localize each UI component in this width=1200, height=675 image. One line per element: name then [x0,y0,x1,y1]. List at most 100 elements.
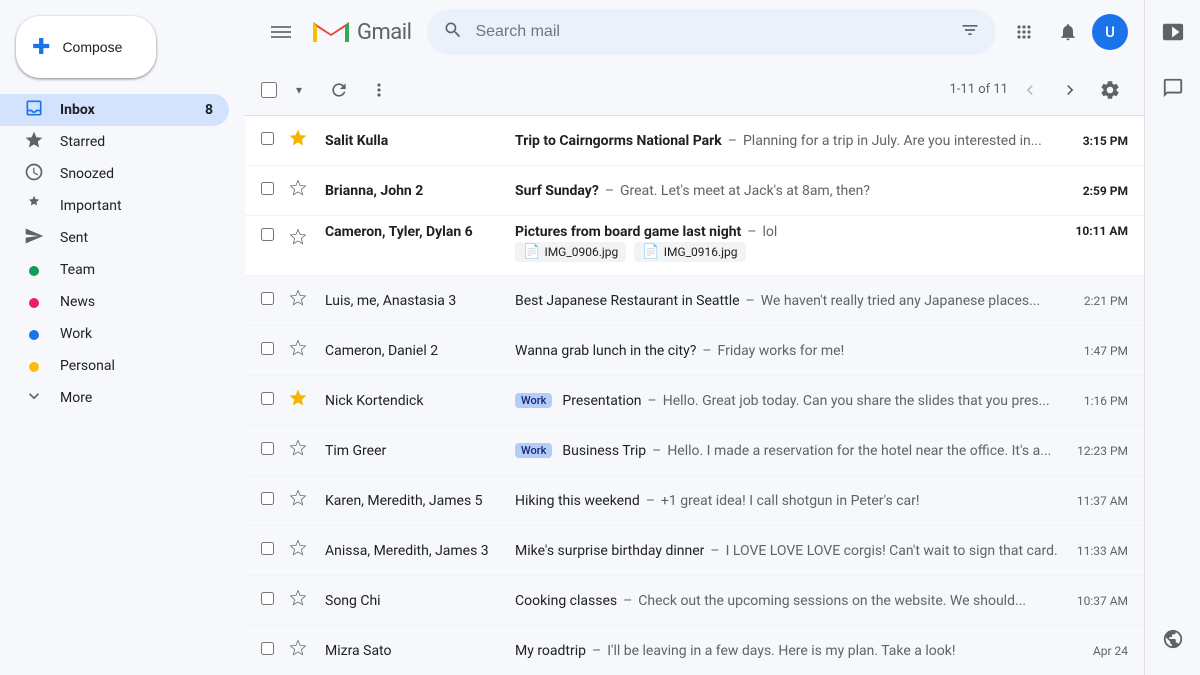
star-button[interactable] [289,489,313,512]
apps-button[interactable] [1004,12,1044,52]
email-checkbox[interactable] [261,492,274,505]
email-preview: We haven't really tried any Japanese pla… [761,293,1041,309]
gmail-logo: Gmail [313,18,411,46]
work-icon [24,324,44,345]
email-body: Work Presentation – Hello. Great job tod… [515,393,1068,409]
email-subject: Surf Sunday? [515,183,599,199]
star-button[interactable] [289,224,313,251]
star-button[interactable] [289,389,313,412]
team-icon [24,260,44,281]
email-timestamp: 11:37 AM [1068,494,1128,508]
row-checkbox-container [261,642,281,659]
pagination-info: 1-11 of 11 [949,72,1088,108]
sidebar-item-starred[interactable]: Starred [0,126,229,158]
notifications-button[interactable] [1048,12,1088,52]
email-preview: I'll be leaving in a few days. Here is m… [607,643,955,659]
select-dropdown-button[interactable]: ▾ [281,72,317,108]
settings-button[interactable] [1092,72,1128,108]
email-preview: Hello. I made a reservation for the hote… [667,443,1051,459]
personal-icon [24,356,44,377]
next-page-button[interactable] [1052,72,1088,108]
email-subject: Business Trip [562,443,646,459]
email-body: Wanna grab lunch in the city? – Friday w… [515,343,1068,359]
email-checkbox[interactable] [261,182,274,195]
email-preview: lol [762,224,777,240]
email-checkbox[interactable] [261,542,274,555]
compose-button[interactable]: ✚ Compose [16,16,156,78]
email-row[interactable]: Cameron, Tyler, Dylan 6 Pictures from bo… [245,216,1144,276]
email-row[interactable]: Luis, me, Anastasia 3 Best Japanese Rest… [245,276,1144,326]
email-row[interactable]: Anissa, Meredith, James 3 Mike's surpris… [245,526,1144,576]
sender-name: Karen, Meredith, James 5 [325,493,515,509]
sidebar-item-inbox[interactable]: Inbox8 [0,94,229,126]
email-row[interactable]: Brianna, John 2 Surf Sunday? – Great. Le… [245,166,1144,216]
sidebar-item-news[interactable]: News [0,286,229,318]
sidebar-item-important[interactable]: Important [0,190,229,222]
email-row[interactable]: Mizra Sato My roadtrip – I'll be leaving… [245,626,1144,675]
row-checkbox-container [261,224,281,245]
important-icon [24,194,44,219]
pagination-text: 1-11 of 11 [949,82,1008,97]
meet-icon[interactable] [1153,12,1193,52]
chat-icon[interactable] [1153,68,1193,108]
star-button[interactable] [289,639,313,662]
email-row[interactable]: Nick Kortendick Work Presentation – Hell… [245,376,1144,426]
email-timestamp: 10:11 AM [1068,224,1128,238]
select-all-checkbox[interactable] [261,82,277,98]
email-checkbox[interactable] [261,392,274,405]
email-top-line: Pictures from board game last night – lo… [515,224,1068,240]
email-checkbox[interactable] [261,342,274,355]
gmail-word-logo: Gmail [357,20,411,45]
email-preview: +1 great idea! I call shotgun in Peter's… [661,493,920,509]
sidebar-item-sent[interactable]: Sent [0,222,229,254]
sidebar-item-work[interactable]: Work [0,318,229,350]
email-row[interactable]: Cameron, Daniel 2 Wanna grab lunch in th… [245,326,1144,376]
more-options-button[interactable] [361,72,397,108]
sender-name: Brianna, John 2 [325,183,515,199]
email-timestamp: Apr 24 [1068,644,1128,658]
star-button[interactable] [289,439,313,462]
email-row[interactable]: Song Chi Cooking classes – Check out the… [245,576,1144,626]
star-button[interactable] [289,539,313,562]
star-button[interactable] [289,129,313,152]
email-checkbox[interactable] [261,132,274,145]
user-avatar[interactable]: U [1092,14,1128,50]
top-right-icons: U [1004,12,1128,52]
sidebar: ✚ Compose Inbox8StarredSnoozedImportantS… [0,0,245,675]
email-checkbox[interactable] [261,642,274,655]
star-button[interactable] [289,179,313,202]
email-checkbox[interactable] [261,228,274,241]
email-checkbox[interactable] [261,592,274,605]
email-row[interactable]: Salit Kulla Trip to Cairngorms National … [245,116,1144,166]
email-subject: Best Japanese Restaurant in Seattle [515,293,740,309]
more-icon [24,386,44,411]
search-filter-icon[interactable] [960,20,980,44]
sidebar-item-team[interactable]: Team [0,254,229,286]
label-tag: Work [515,393,552,408]
email-body: Mike's surprise birthday dinner – I LOVE… [515,543,1068,559]
star-button[interactable] [289,289,313,312]
hamburger-menu-button[interactable] [261,12,301,52]
spaces-icon[interactable] [1153,619,1193,659]
row-checkbox-container [261,182,281,199]
email-checkbox[interactable] [261,292,274,305]
search-icon [443,20,463,45]
refresh-button[interactable] [321,72,357,108]
email-subject: My roadtrip [515,643,586,659]
work-label: Work [60,326,213,342]
email-row[interactable]: Karen, Meredith, James 5 Hiking this wee… [245,476,1144,526]
email-row[interactable]: Tim Greer Work Business Trip – Hello. I … [245,426,1144,476]
email-preview: Great. Let's meet at Jack's at 8am, then… [620,183,870,199]
main-content: Gmail U ▾ [245,0,1144,675]
email-checkbox[interactable] [261,442,274,455]
attachment-chip: 📄IMG_0906.jpg [515,242,626,262]
sidebar-item-more[interactable]: More [0,382,229,414]
prev-page-button[interactable] [1012,72,1048,108]
compose-plus-icon: ✚ [32,34,50,60]
email-subject: Trip to Cairngorms National Park [515,133,722,149]
sidebar-item-personal[interactable]: Personal [0,350,229,382]
star-button[interactable] [289,589,313,612]
search-input[interactable] [475,23,948,41]
star-button[interactable] [289,339,313,362]
sidebar-item-snoozed[interactable]: Snoozed [0,158,229,190]
